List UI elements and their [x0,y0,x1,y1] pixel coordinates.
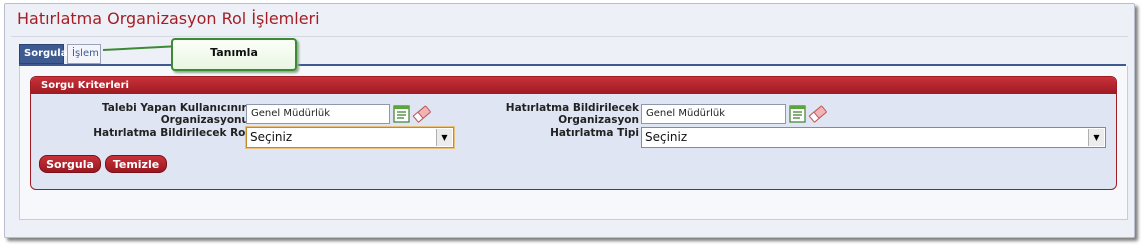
request-org-input[interactable]: Genel Müdürlük [246,104,390,124]
panel-header: Sorgu Kriterleri [31,77,1116,94]
notify-type-select[interactable]: Seçiniz ▼ [641,127,1106,148]
request-org-label: Talebi Yapan Kullanıcının Organizasyonu [61,102,249,126]
notify-org-label-line1: Hatırlatma Bildirilecek [505,102,639,114]
notify-type-value: Seçiniz [645,130,688,144]
clear-button[interactable]: Temizle [105,155,167,173]
eraser-icon[interactable] [412,104,431,123]
request-org-label-line2: Organizasyonu [160,114,249,126]
page-title: Hatırlatma Organizasyon Rol İşlemleri [17,9,320,28]
tab-sorgula[interactable]: Sorgula [19,44,67,64]
notify-org-label-line2: Organizasyon [558,114,639,126]
notify-org-label: Hatırlatma Bildirilecek Organizasyon [461,102,639,126]
list-icon[interactable] [393,105,411,123]
notify-org-input[interactable]: Genel Müdürlük [641,104,786,124]
title-divider [11,36,1128,37]
chevron-down-icon[interactable]: ▼ [436,129,452,146]
query-button[interactable]: Sorgula [39,155,101,173]
notify-type-label: Hatırlatma Tipi [550,127,639,139]
eraser-icon[interactable] [808,104,827,123]
tooltip: Tanımla [171,38,297,71]
notify-role-label: Hatırlatma Bildirilecek Rol [93,127,249,139]
notify-role-value: Seçiniz [250,130,293,144]
list-icon[interactable] [789,105,807,123]
request-org-label-line1: Talebi Yapan Kullanıcının [102,102,249,114]
notify-role-select[interactable]: Seçiniz ▼ [246,127,454,148]
tab-content: Sorgu Kriterleri Talebi Yapan Kullanıcın… [19,66,1128,220]
tab-islem[interactable]: İşlem [67,44,101,64]
query-criteria-panel: Sorgu Kriterleri Talebi Yapan Kullanıcın… [30,76,1117,190]
tooltip-pointer [102,45,173,51]
page-container: Hatırlatma Organizasyon Rol İşlemleri So… [4,3,1135,238]
chevron-down-icon[interactable]: ▼ [1088,129,1104,146]
